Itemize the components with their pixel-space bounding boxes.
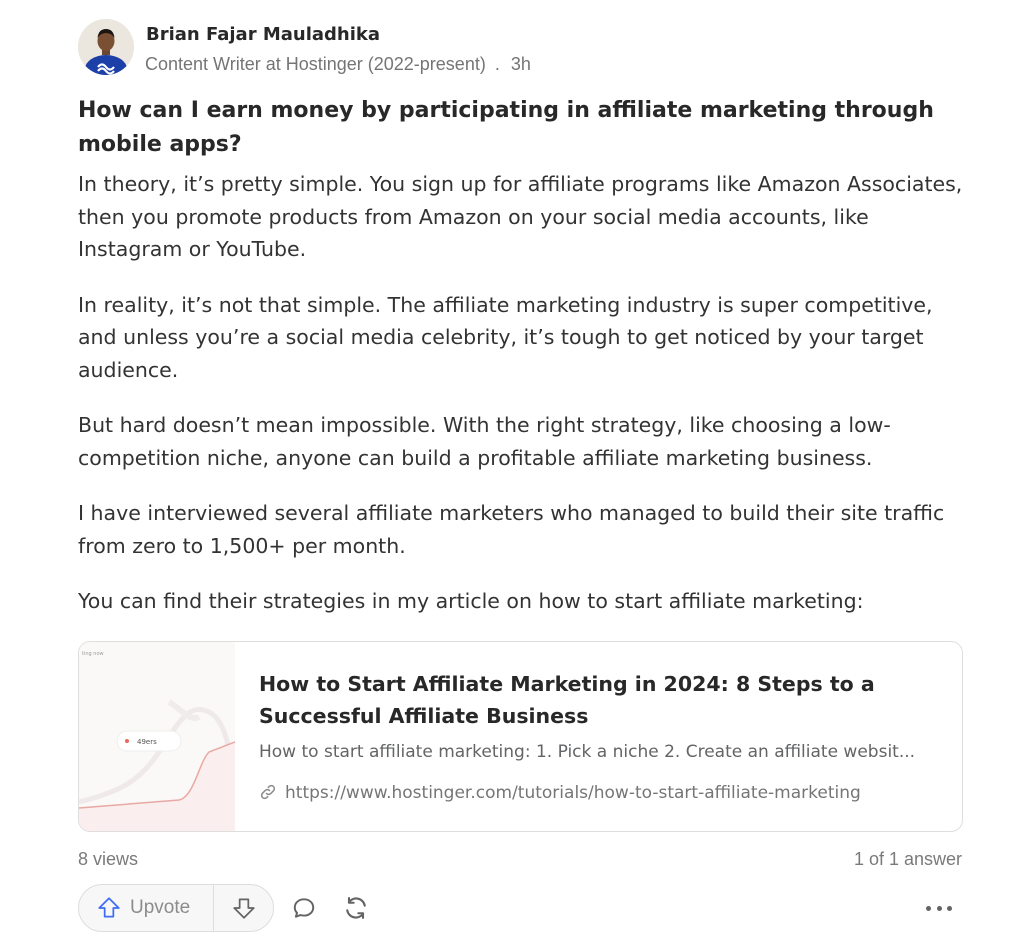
more-options-button[interactable] bbox=[922, 895, 956, 921]
more-dots-icon bbox=[926, 905, 931, 911]
link-preview-thumbnail: ting now 49ers bbox=[79, 642, 238, 831]
answer-paragraph: You can find their strategies in my arti… bbox=[78, 589, 864, 613]
more-dots-icon bbox=[936, 905, 942, 911]
link-preview-title[interactable]: How to Start Affiliate Marketing in 2024… bbox=[259, 668, 899, 732]
upvote-button[interactable]: Upvote bbox=[79, 885, 214, 931]
thumbnail-caption: ting now bbox=[82, 651, 104, 657]
answer-paragraph: But hard doesn’t mean impossible. With t… bbox=[78, 413, 891, 470]
upvote-label: Upvote bbox=[130, 897, 191, 918]
answer-timestamp[interactable]: 3h bbox=[511, 54, 531, 74]
share-reshare-icon bbox=[346, 897, 366, 919]
downvote-button[interactable] bbox=[214, 885, 273, 931]
link-preview-description: How to start affiliate marketing: 1. Pic… bbox=[259, 742, 916, 762]
arrow-down-icon bbox=[232, 898, 255, 919]
thumbnail-badge: 49ers bbox=[137, 738, 157, 746]
comment-bubble-icon bbox=[293, 898, 315, 918]
arrow-up-icon bbox=[98, 897, 120, 918]
answer-paragraph: In theory, it’s pretty simple. You sign … bbox=[78, 172, 963, 261]
author-avatar[interactable] bbox=[78, 19, 134, 75]
link-preview-url[interactable]: https://www.hostinger.com/tutorials/how-… bbox=[259, 783, 861, 806]
link-preview-card[interactable]: ting now 49ers How to Start Affiliate Ma… bbox=[78, 641, 963, 832]
avatar-image bbox=[78, 19, 134, 75]
author-credential-line: Content Writer at Hostinger (2022-presen… bbox=[145, 54, 531, 75]
answer-count[interactable]: 1 of 1 answer bbox=[854, 849, 962, 870]
answer-header: Brian Fajar Mauladhika Content Writer at… bbox=[78, 19, 778, 77]
more-dots-icon bbox=[947, 905, 952, 911]
view-count[interactable]: 8 views bbox=[78, 849, 138, 870]
author-name[interactable]: Brian Fajar Mauladhika bbox=[146, 24, 380, 45]
vote-group: Upvote bbox=[78, 884, 274, 932]
question-title[interactable]: How can I earn money by participating in… bbox=[78, 94, 958, 162]
link-url-text[interactable]: https://www.hostinger.com/tutorials/how-… bbox=[285, 783, 861, 803]
answer-paragraph: I have interviewed several affiliate mar… bbox=[78, 501, 945, 558]
credential-separator: . bbox=[494, 54, 500, 74]
link-icon bbox=[259, 783, 279, 806]
answer-body: In theory, it’s pretty simple. You sign … bbox=[78, 168, 970, 641]
answer-paragraph: In reality, it’s not that simple. The af… bbox=[78, 292, 933, 382]
author-credential[interactable]: Content Writer at Hostinger (2022-presen… bbox=[145, 54, 486, 74]
share-button[interactable] bbox=[340, 892, 372, 924]
comment-button[interactable] bbox=[288, 892, 320, 924]
